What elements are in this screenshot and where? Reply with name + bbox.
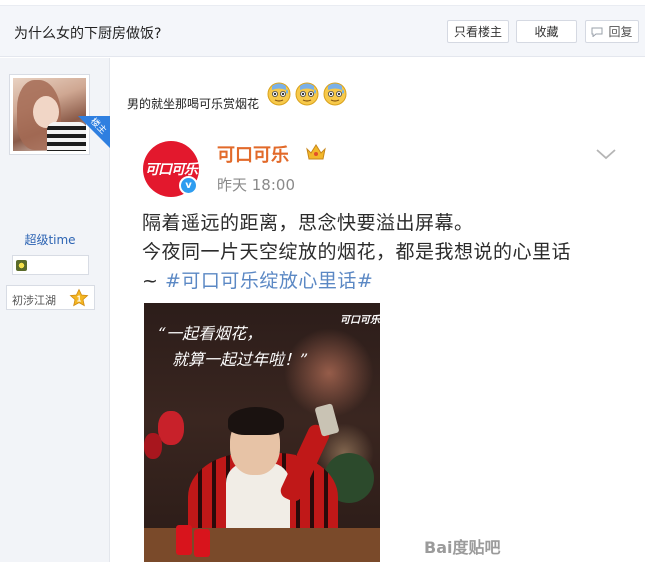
ad-brand-mark: 可口可乐 (340, 315, 380, 326)
post-time: 昨天 18:00 (217, 176, 295, 194)
collect-button[interactable]: 收藏 (516, 20, 577, 43)
reply-icon (591, 27, 603, 37)
weibo-text-line: 今夜同一片天空绽放的烟花，都是我想说的心里话 (142, 241, 572, 263)
thread-title: 为什么女的下厨房做饭? (14, 26, 162, 42)
weibo-text-line: ~ #可口可乐绽放心里话# (142, 266, 373, 293)
reply-button[interactable]: 回复 (585, 20, 639, 43)
sweat-emoji-icon (267, 82, 291, 106)
ad-quote-line: 就算一起过年啦！” (172, 350, 309, 369)
sweat-emoji-icon (323, 82, 347, 106)
level-number: 1 (77, 295, 82, 304)
reply-label: 回复 (608, 25, 633, 39)
member-icon (16, 260, 27, 271)
account-name: 可口可乐 (217, 145, 289, 166)
post-text: 男的就坐那喝可乐赏烟花 (127, 97, 260, 111)
crown-icon (306, 144, 326, 160)
ad-image[interactable]: “一起看烟花， 就算一起过年啦！” 可口可乐 (144, 303, 380, 562)
hashtag-link[interactable]: #可口可乐绽放心里话# (165, 270, 373, 292)
watermark-text: Bai度贴吧 (424, 538, 501, 557)
embedded-weibo-post: 可口可乐 v 可口可乐 昨天 18:00 隔着遥远的距离，思念快要溢出屏幕。 今… (134, 128, 634, 562)
sweat-emoji-icon (295, 82, 319, 106)
member-badge[interactable] (12, 255, 89, 275)
avatar-image (13, 78, 86, 151)
op-badge: 楼主 (78, 116, 110, 148)
level-name: 初涉江湖 (12, 294, 56, 307)
level-star-icon: 1 (69, 288, 89, 307)
verified-badge: v (179, 176, 198, 195)
thread-header: 为什么女的下厨房做饭? 只看楼主 收藏 回复 (0, 5, 645, 57)
only-op-button[interactable]: 只看楼主 (447, 20, 509, 43)
author-sidebar: 楼主 超级time 初涉江湖 1 (0, 58, 110, 562)
ad-quote-line: “一起看烟花， (158, 324, 263, 343)
level-badge[interactable]: 初涉江湖 1 (6, 285, 95, 310)
baidu-watermark: Bai度贴吧 (424, 534, 500, 558)
ad-quote: “一起看烟花， 就算一起过年啦！” (158, 321, 308, 373)
weibo-text-line: 隔着遥远的距离，思念快要溢出屏幕。 (142, 212, 474, 234)
weibo-text-prefix: ~ (142, 270, 165, 292)
author-username[interactable]: 超级time (0, 231, 100, 248)
chevron-down-icon[interactable] (595, 147, 617, 161)
